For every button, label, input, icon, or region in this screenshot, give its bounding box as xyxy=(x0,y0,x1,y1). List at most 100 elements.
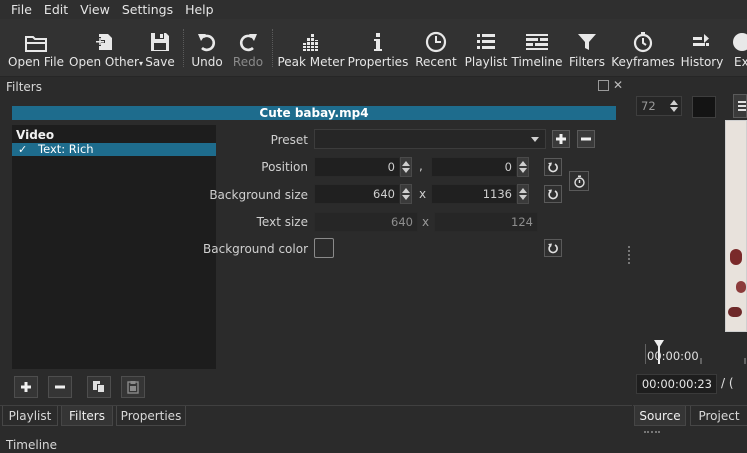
menu-settings[interactable]: Settings xyxy=(116,2,179,17)
timeline-button[interactable]: Timeline xyxy=(511,19,563,76)
paste-icon xyxy=(127,381,139,394)
remove-preset-button[interactable] xyxy=(577,130,595,148)
position-label: Position xyxy=(261,160,308,174)
filter-list[interactable]: Video ✓ Text: Rich xyxy=(12,125,216,369)
menu-button[interactable] xyxy=(733,94,747,118)
plus-icon xyxy=(21,382,31,392)
background-width-spinner[interactable] xyxy=(400,184,412,204)
export-button[interactable]: Ex xyxy=(730,19,747,76)
filter-item-label: Text: Rich xyxy=(38,142,94,156)
toolbar-separator xyxy=(272,29,274,67)
menu-bar: File Edit View Settings Help xyxy=(0,0,747,19)
background-color-swatch[interactable] xyxy=(314,238,334,258)
position-separator: , xyxy=(419,159,423,173)
undo-button[interactable]: Undo xyxy=(189,19,225,76)
save-label: Save xyxy=(145,55,175,69)
position-y-spinner[interactable] xyxy=(517,157,529,177)
history-button[interactable]: History xyxy=(680,19,724,76)
position-y-input[interactable]: 0 xyxy=(431,157,517,177)
reset-background-color-button[interactable] xyxy=(544,239,562,257)
main-toolbar: Open File Open Other▾ Save Undo Redo Pea… xyxy=(0,19,747,77)
timeline-dock-title: Timeline xyxy=(6,438,58,452)
reset-icon xyxy=(548,243,558,254)
reset-background-size-button[interactable] xyxy=(544,185,562,203)
spin-down-icon xyxy=(519,195,527,200)
video-content xyxy=(730,249,742,265)
current-time-field[interactable]: 00:00:00:23 xyxy=(636,374,717,394)
redo-button[interactable]: Redo xyxy=(230,19,266,76)
undo-icon xyxy=(198,34,216,52)
copy-filters-button[interactable] xyxy=(87,376,111,398)
video-content xyxy=(728,307,742,317)
minus-icon xyxy=(581,137,591,141)
spin-down-icon xyxy=(519,168,527,173)
tab-project[interactable]: Project xyxy=(690,406,747,426)
filters-label: Filters xyxy=(569,55,605,69)
save-button[interactable]: Save xyxy=(142,19,178,76)
color-picker-swatch[interactable] xyxy=(692,96,716,118)
video-preview[interactable] xyxy=(725,120,747,332)
zoom-spinner[interactable] xyxy=(668,96,680,116)
filter-group-video: Video xyxy=(16,128,55,142)
recent-button[interactable]: Recent xyxy=(414,19,458,76)
spin-up-icon xyxy=(670,100,678,105)
open-file-label: Open File xyxy=(8,55,64,69)
add-filter-button[interactable] xyxy=(14,376,38,398)
background-width-input[interactable]: 640 xyxy=(314,184,400,204)
funnel-icon xyxy=(578,34,596,50)
properties-button[interactable]: Properties xyxy=(347,19,409,76)
keyframes-label: Keyframes xyxy=(611,55,675,69)
info-icon xyxy=(374,33,382,51)
menu-edit[interactable]: Edit xyxy=(38,2,74,17)
open-other-button[interactable]: Open Other▾ xyxy=(69,19,143,76)
tab-source[interactable]: Source xyxy=(634,406,686,426)
close-panel-icon[interactable]: ✕ xyxy=(612,79,624,91)
menu-help[interactable]: Help xyxy=(179,2,220,17)
background-height-input[interactable]: 1136 xyxy=(431,184,517,204)
preset-combobox[interactable] xyxy=(314,129,546,149)
text-size-label: Text size xyxy=(256,215,308,229)
timeline-label: Timeline xyxy=(511,55,563,69)
float-panel-icon[interactable] xyxy=(598,80,609,91)
reset-position-button[interactable] xyxy=(544,158,562,176)
filter-item-text-rich[interactable]: ✓ Text: Rich xyxy=(12,143,216,156)
list-icon xyxy=(477,34,495,49)
menu-file[interactable]: File xyxy=(0,2,38,17)
spin-down-icon xyxy=(670,107,678,112)
plus-icon xyxy=(556,134,566,144)
keyframes-button[interactable]: Keyframes xyxy=(611,19,675,76)
filters-panel-title: Filters xyxy=(6,80,42,94)
splitter-handle[interactable] xyxy=(644,431,660,435)
check-icon[interactable]: ✓ xyxy=(18,143,27,156)
open-other-text: Open Other xyxy=(69,55,139,69)
timeline-icon xyxy=(526,34,548,50)
zoom-value: 72 xyxy=(641,99,656,113)
tab-filters[interactable]: Filters xyxy=(61,406,113,426)
peak-meter-button[interactable]: Peak Meter xyxy=(277,19,345,76)
folder-icon xyxy=(25,36,47,52)
open-other-label: Open Other▾ xyxy=(69,55,143,69)
properties-label: Properties xyxy=(347,55,409,69)
redo-icon xyxy=(239,34,257,52)
open-file-button[interactable]: Open File xyxy=(8,19,64,76)
recent-label: Recent xyxy=(415,55,457,69)
menu-view[interactable]: View xyxy=(74,2,116,17)
tab-properties[interactable]: Properties xyxy=(116,406,186,426)
remove-filter-button[interactable] xyxy=(48,376,72,398)
background-color-label: Background color xyxy=(203,242,308,256)
add-preset-button[interactable] xyxy=(552,130,570,148)
playlist-button[interactable]: Playlist xyxy=(464,19,508,76)
save-icon xyxy=(151,33,169,51)
position-x-input[interactable]: 0 xyxy=(314,157,400,177)
tab-playlist[interactable]: Playlist xyxy=(2,406,58,426)
keyframes-toggle-button[interactable] xyxy=(569,171,589,191)
background-height-spinner[interactable] xyxy=(517,184,529,204)
undo-label: Undo xyxy=(191,55,223,69)
video-content xyxy=(736,281,746,293)
background-size-label: Background size xyxy=(209,188,308,202)
redo-label: Redo xyxy=(232,55,264,69)
position-x-spinner[interactable] xyxy=(400,157,412,177)
toolbar-separator xyxy=(183,29,185,67)
paste-filters-button[interactable] xyxy=(121,376,145,398)
filters-button[interactable]: Filters xyxy=(566,19,608,76)
